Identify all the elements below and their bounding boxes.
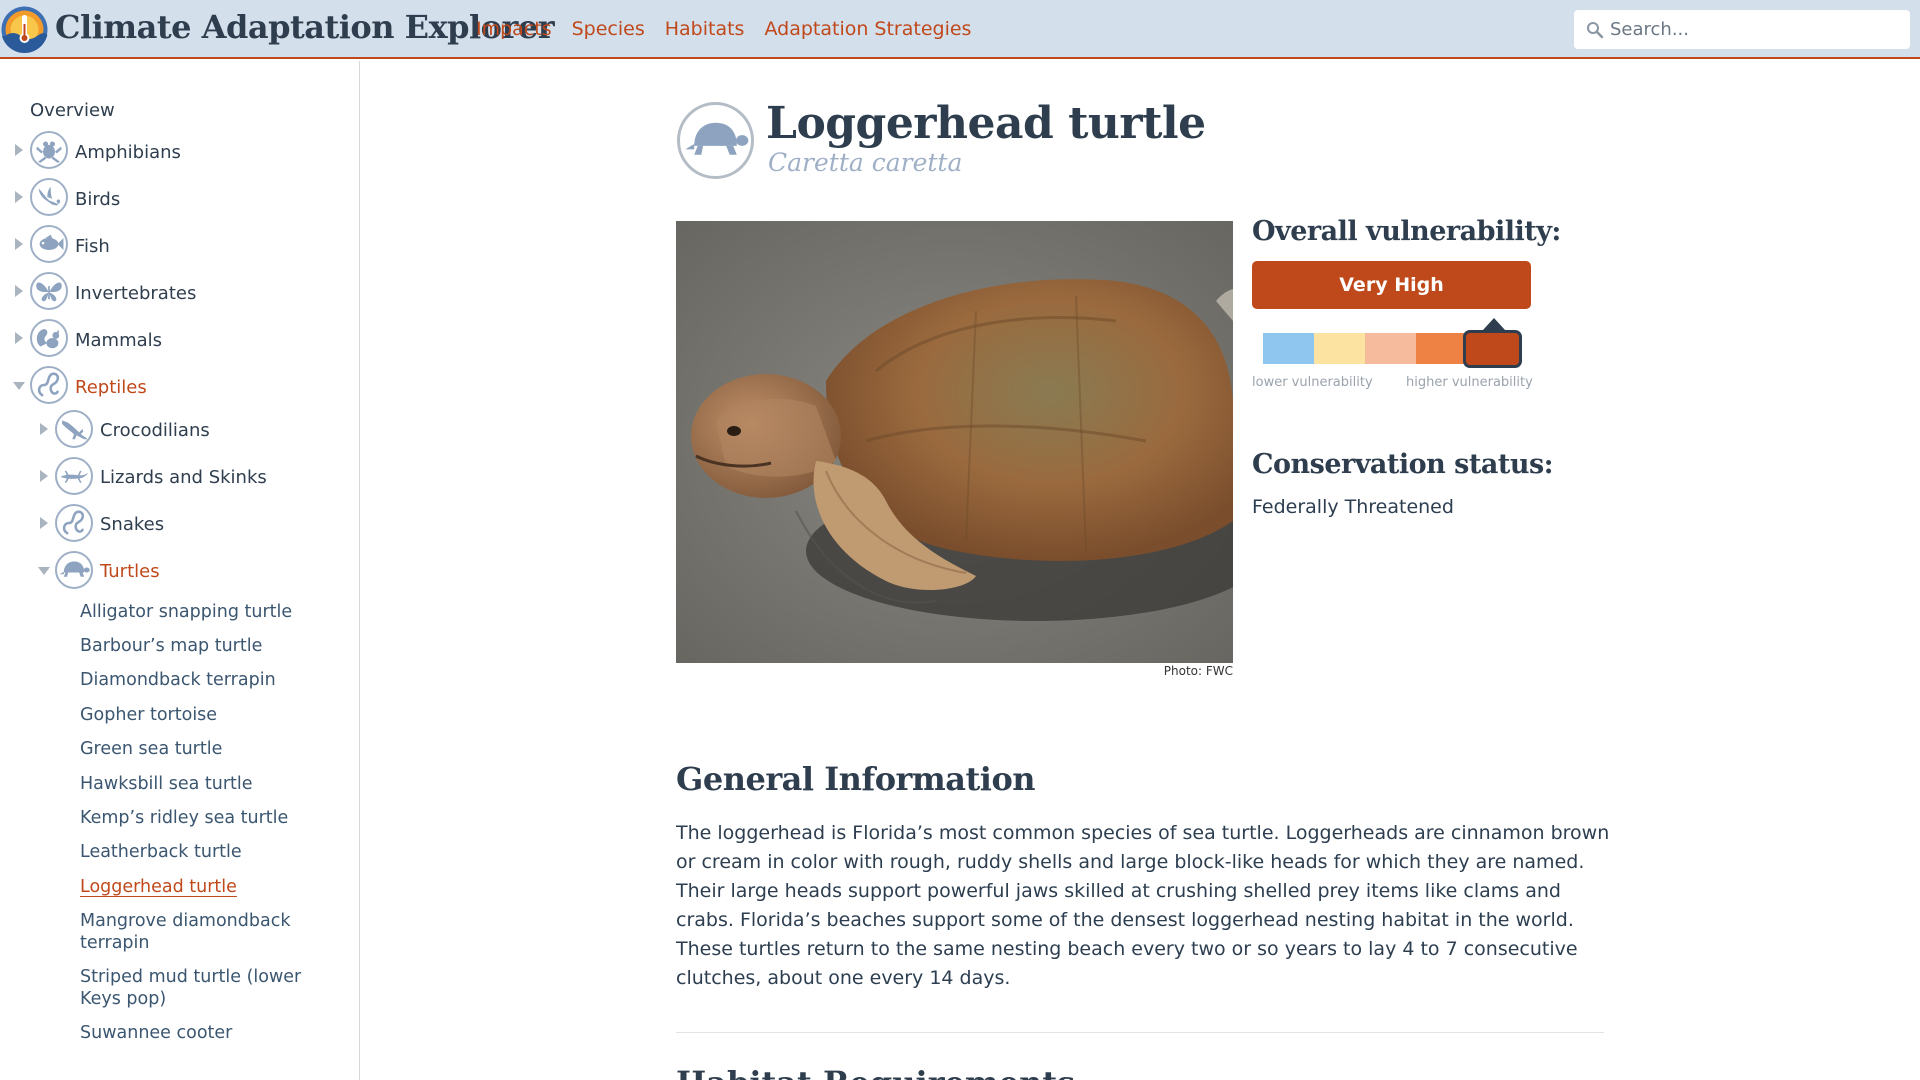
species-link[interactable]: Alligator snapping turtle	[80, 601, 292, 623]
general-info-text: The loggerhead is Florida’s most common …	[676, 822, 1610, 989]
nav-species[interactable]: Species	[572, 18, 645, 40]
expand-arrow-icon[interactable]	[15, 144, 23, 156]
expand-arrow-icon[interactable]	[40, 517, 48, 529]
conservation-heading: Conservation status:	[1252, 449, 1554, 480]
photo-credit: Photo: FWC	[1163, 664, 1233, 678]
nav-adaptation-strategies[interactable]: Adaptation Strategies	[764, 18, 971, 40]
bird-icon	[30, 178, 68, 216]
category-label[interactable]: Invertebrates	[75, 283, 196, 304]
search-box	[1574, 10, 1910, 49]
species-link[interactable]: Hawksbill sea turtle	[80, 773, 253, 795]
category-label[interactable]: Birds	[75, 189, 120, 210]
turtle-icon	[55, 551, 93, 589]
expand-arrow-icon[interactable]	[15, 191, 23, 203]
app-logo-icon[interactable]	[1, 6, 48, 53]
species-photo	[676, 221, 1233, 663]
species-scientific-name: Caretta caretta	[768, 148, 963, 177]
species-link[interactable]: Leatherback turtle	[80, 841, 242, 863]
species-link-current[interactable]: Loggerhead turtle	[80, 876, 237, 898]
top-nav: Impacts Species Habitats Adaptation Stra…	[476, 18, 971, 40]
search-input[interactable]	[1610, 10, 1900, 49]
category-label[interactable]: Reptiles	[75, 377, 147, 398]
scale-segment-4	[1416, 333, 1467, 364]
subcategory-label[interactable]: Crocodilians	[100, 420, 210, 441]
top-bar: Climate Adaptation Explorer Impacts Spec…	[0, 0, 1920, 59]
nav-habitats[interactable]: Habitats	[665, 18, 745, 40]
category-label[interactable]: Amphibians	[75, 142, 181, 163]
squirrel-icon	[30, 319, 68, 357]
habitat-requirements-heading: Habitat Requirements	[676, 1064, 1075, 1080]
sidebar-overview-link[interactable]: Overview	[30, 100, 115, 121]
subcategory-label[interactable]: Lizards and Skinks	[100, 467, 267, 488]
turtle-icon	[677, 102, 754, 179]
fish-icon	[30, 225, 68, 263]
expand-arrow-icon[interactable]	[15, 238, 23, 250]
category-label[interactable]: Mammals	[75, 330, 162, 351]
scale-segment-2	[1314, 333, 1365, 364]
nav-impacts[interactable]: Impacts	[476, 18, 552, 40]
lizard-icon	[55, 457, 93, 495]
subcategory-label[interactable]: Snakes	[100, 514, 164, 535]
vulnerability-heading: Overall vulnerability:	[1252, 216, 1561, 247]
species-link[interactable]: Striped mud turtle (lower Keys pop)	[80, 966, 340, 1010]
species-link[interactable]: Mangrove diamondback terrapin	[80, 910, 340, 954]
expand-arrow-icon[interactable]	[15, 332, 23, 344]
species-link[interactable]: Gopher tortoise	[80, 704, 217, 726]
conservation-status: Federally Threatened	[1252, 496, 1454, 518]
scale-low-label: lower vulnerability	[1252, 375, 1373, 390]
species-link[interactable]: Barbour’s map turtle	[80, 635, 262, 657]
species-sidebar: Overview Amphibians Birds Fish Invertebr…	[0, 61, 360, 1080]
scale-segment-3	[1365, 333, 1416, 364]
collapse-arrow-icon[interactable]	[13, 382, 25, 390]
scale-segment-1	[1263, 333, 1314, 364]
general-info-heading: General Information	[676, 760, 1036, 798]
category-label[interactable]: Fish	[75, 236, 110, 257]
subcategory-label[interactable]: Turtles	[100, 561, 160, 582]
frog-icon	[30, 131, 68, 169]
scale-pointer-icon	[1483, 318, 1505, 330]
snake-icon	[30, 366, 68, 404]
species-link[interactable]: Suwannee cooter	[80, 1022, 232, 1044]
species-link[interactable]: Kemp’s ridley sea turtle	[80, 807, 288, 829]
expand-arrow-icon[interactable]	[40, 423, 48, 435]
species-link[interactable]: Green sea turtle	[80, 738, 222, 760]
snake-icon	[55, 504, 93, 542]
vulnerability-level-badge: Very High	[1252, 261, 1531, 309]
butterfly-icon	[30, 272, 68, 310]
expand-arrow-icon[interactable]	[15, 285, 23, 297]
scale-segment-5	[1463, 330, 1522, 368]
collapse-arrow-icon[interactable]	[38, 567, 50, 575]
expand-arrow-icon[interactable]	[40, 470, 48, 482]
search-icon	[1587, 22, 1604, 39]
species-link[interactable]: Diamondback terrapin	[80, 669, 276, 691]
section-divider	[676, 1032, 1604, 1033]
species-common-name: Loggerhead turtle	[766, 98, 1206, 149]
crocodile-icon	[55, 410, 93, 448]
scale-high-label: higher vulnerability	[1406, 375, 1533, 390]
